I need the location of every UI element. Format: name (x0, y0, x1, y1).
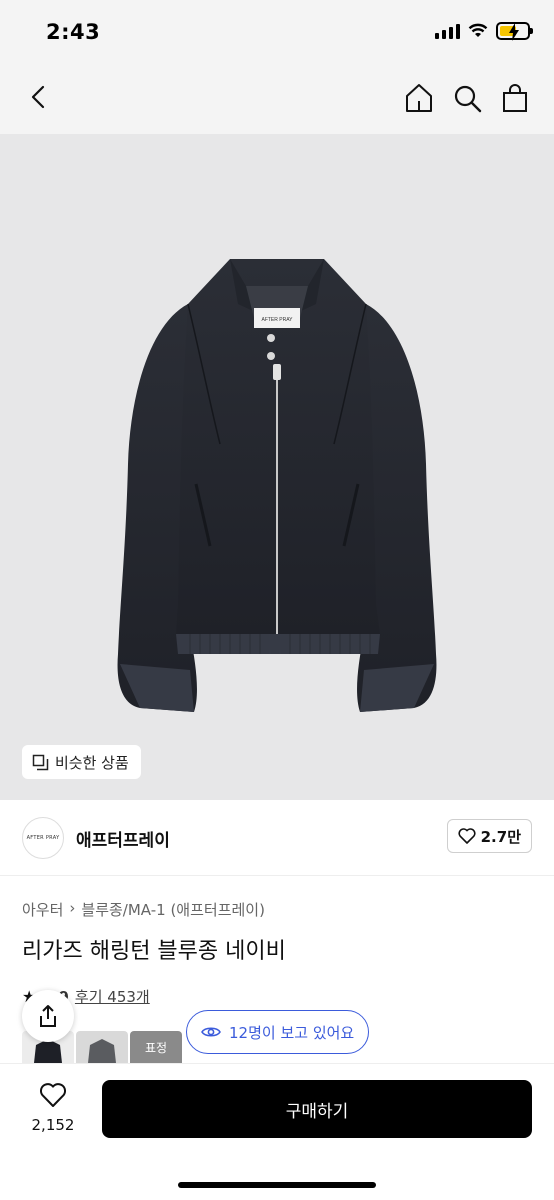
similar-products-button[interactable]: 비슷한 상품 (22, 745, 141, 779)
back-icon[interactable] (24, 82, 54, 112)
shopping-bag-icon[interactable] (500, 82, 530, 114)
jacket-illustration: AFTER PRAY (117, 259, 437, 712)
brand-logo[interactable]: AFTER PRAY (22, 817, 64, 859)
product-image[interactable]: AFTER PRAY 비슷한 상품 (0, 134, 554, 800)
brand-like-count: 2.7만 (480, 827, 521, 846)
thumbnail-item[interactable] (76, 1031, 128, 1063)
brand-like-button[interactable]: 2.7만 (446, 819, 532, 853)
product-title: 리가즈 해링턴 블루종 네이비 (22, 939, 286, 964)
thumbnail-item[interactable]: 표정 (130, 1031, 182, 1063)
breadcrumb-category[interactable]: 아우터 (22, 899, 63, 920)
breadcrumb-sub-category[interactable]: 블루종/MA-1 (애프터프레이) (81, 899, 265, 920)
top-area: 2:43 (0, 0, 554, 134)
wifi-icon (468, 23, 488, 37)
review-count-link[interactable]: 후기 453개 (75, 986, 150, 1007)
buy-button[interactable]: 구매하기 (102, 1080, 532, 1138)
battery-icon (496, 22, 533, 41)
eye-icon (201, 1027, 221, 1037)
similar-products-label: 비슷한 상품 (55, 753, 129, 772)
status-time: 2:43 (46, 20, 101, 44)
share-button[interactable] (22, 990, 74, 1042)
breadcrumb: 아우터 › 블루종/MA-1 (애프터프레이) (22, 899, 265, 920)
bottom-action-bar: 2,152 구매하기 (0, 1063, 554, 1200)
brand-row[interactable]: AFTER PRAY 애프터프레이 2.7만 (0, 800, 554, 876)
similar-products-icon (32, 754, 49, 770)
search-icon[interactable] (452, 82, 482, 114)
share-icon (40, 1005, 56, 1027)
heart-icon (458, 828, 476, 844)
brand-name[interactable]: 애프터프레이 (76, 826, 170, 851)
cellular-signal-icon (435, 23, 460, 39)
home-indicator (178, 1182, 376, 1188)
chevron-right-icon: › (69, 899, 76, 917)
wishlist-button[interactable]: 2,152 (26, 1082, 80, 1134)
home-icon[interactable] (404, 82, 434, 114)
viewers-badge: 12명이 보고 있어요 (186, 1010, 370, 1054)
heart-icon (39, 1083, 67, 1107)
status-icons (435, 22, 533, 41)
wishlist-count: 2,152 (31, 1116, 75, 1134)
nav-actions (404, 82, 530, 114)
viewers-label: 12명이 보고 있어요 (229, 1023, 355, 1042)
jacket-label: AFTER PRAY (261, 317, 293, 323)
